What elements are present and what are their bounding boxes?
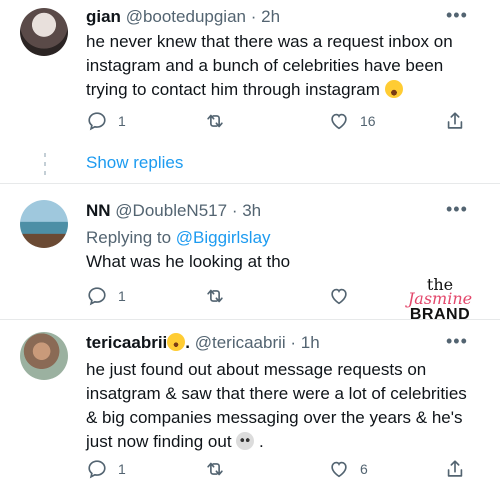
- reply-icon: [88, 460, 106, 479]
- skull-icon: [236, 432, 255, 450]
- timestamp[interactable]: · 2h: [251, 7, 280, 26]
- tweet-header: NN @DoubleN517 · 3h: [86, 201, 261, 221]
- display-name[interactable]: gian: [86, 7, 121, 26]
- retweet-button[interactable]: [204, 110, 226, 132]
- brand-watermark: the Jasmine BRAND: [405, 277, 475, 324]
- like-count: 6: [360, 461, 368, 477]
- mention-link[interactable]: @Biggirlslay: [176, 228, 271, 247]
- timestamp[interactable]: · 3h: [232, 201, 261, 220]
- handle[interactable]: @tericaabrii: [195, 333, 286, 352]
- timestamp[interactable]: · 1h: [290, 333, 319, 352]
- retweet-icon: [207, 462, 223, 476]
- grinning-squint-emoji-icon: [167, 333, 186, 351]
- replying-to: Replying to @Biggirlslay: [86, 228, 271, 247]
- like-button[interactable]: 16: [328, 110, 376, 132]
- display-name[interactable]: tericaabrii: [86, 333, 167, 352]
- more-options-icon[interactable]: •••: [446, 199, 468, 220]
- tweet-text: he never knew that there was a request i…: [86, 32, 453, 99]
- more-options-icon[interactable]: •••: [446, 5, 468, 26]
- reply-icon: [88, 112, 106, 131]
- reply-icon: [88, 287, 106, 306]
- retweet-icon: [207, 289, 223, 303]
- handle[interactable]: @bootedupgian: [126, 7, 246, 26]
- reply-count: 1: [118, 288, 126, 304]
- share-button[interactable]: [444, 458, 466, 480]
- tweet-tericaabrii[interactable]: tericaabrii. @tericaabrii · 1h ••• he ju…: [0, 320, 500, 500]
- avatar[interactable]: [20, 332, 68, 380]
- display-name[interactable]: NN: [86, 201, 111, 220]
- heart-icon: [331, 113, 347, 130]
- like-button[interactable]: [328, 285, 350, 307]
- avatar[interactable]: [20, 200, 68, 248]
- reply-button[interactable]: 1: [86, 285, 126, 307]
- tweet-header: gian @bootedupgian · 2h: [86, 7, 280, 27]
- like-button[interactable]: 6: [328, 458, 368, 480]
- share-icon: [447, 460, 463, 477]
- show-replies-link[interactable]: Show replies: [86, 153, 183, 173]
- more-options-icon[interactable]: •••: [446, 331, 468, 352]
- share-icon: [447, 112, 463, 129]
- heart-icon: [331, 288, 347, 305]
- reply-button[interactable]: 1: [86, 458, 126, 480]
- tweet-actions: 1 6: [86, 458, 476, 482]
- crying-laughing-emoji-icon: [384, 80, 403, 98]
- tweet-text: he just found out about message requests…: [86, 360, 467, 451]
- handle[interactable]: @DoubleN517: [115, 201, 227, 220]
- tweet-header: tericaabrii. @tericaabrii · 1h: [86, 333, 320, 352]
- reply-button[interactable]: 1: [86, 110, 126, 132]
- share-button[interactable]: [444, 110, 466, 132]
- watermark-jasmine: Jasmine: [407, 289, 473, 308]
- like-count: 16: [360, 113, 376, 129]
- tweet-text: What was he looking at tho: [86, 252, 291, 271]
- heart-icon: [331, 461, 347, 478]
- reply-count: 1: [118, 113, 126, 129]
- retweet-button[interactable]: [204, 285, 226, 307]
- thread-connector: [44, 153, 46, 180]
- retweet-button[interactable]: [204, 458, 226, 480]
- retweet-icon: [207, 114, 223, 128]
- tweet-gian[interactable]: gian @bootedupgian · 2h ••• he never kne…: [0, 0, 500, 183]
- avatar[interactable]: [20, 8, 68, 56]
- reply-count: 1: [118, 461, 126, 477]
- tweet-actions: 1 16: [86, 110, 476, 134]
